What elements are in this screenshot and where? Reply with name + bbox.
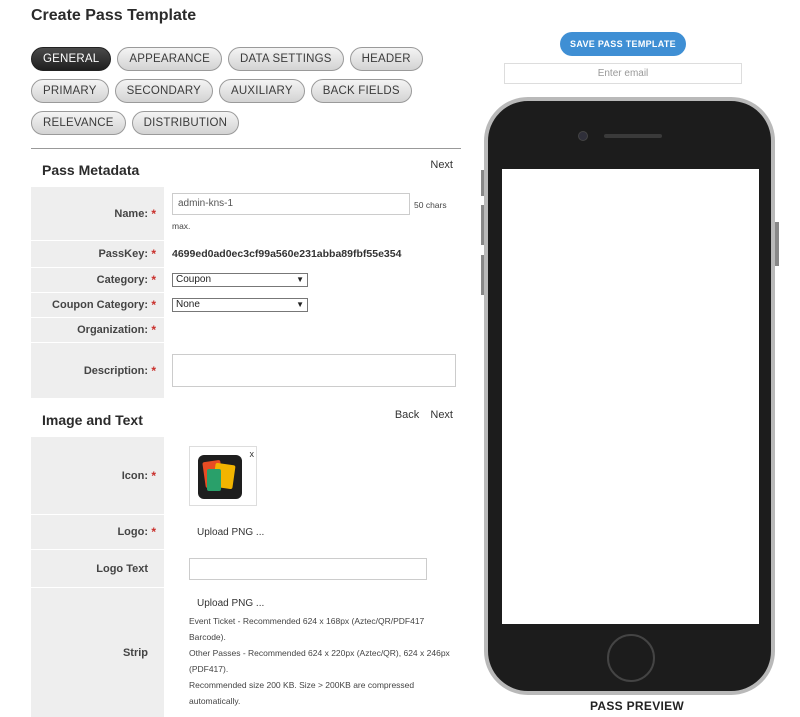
required-mark: * — [151, 323, 156, 337]
logo-text-input[interactable] — [189, 557, 427, 580]
passkey-row: PassKey: * 4699ed0ad0ec3cf99a560e231abba8… — [31, 241, 461, 268]
name-hint-2: max. — [172, 221, 191, 231]
home-button-icon — [607, 634, 655, 682]
required-mark: * — [151, 247, 156, 261]
icon-row: Icon: * x — [31, 437, 461, 515]
pass-card-icon — [207, 468, 221, 491]
name-hint: 50 chars — [414, 200, 447, 210]
dropdown-arrow-icon: ▼ — [296, 275, 304, 284]
remove-icon-button[interactable]: x — [250, 449, 255, 459]
description-row: Description: * — [31, 343, 461, 399]
coupon-category-select[interactable]: None ▼ — [172, 298, 308, 312]
logo-upload-button[interactable]: Upload PNG ... — [197, 527, 264, 538]
required-mark: * — [151, 363, 156, 378]
strip-cell: Upload PNG ... Event Ticket - Recommende… — [164, 588, 461, 717]
strip-line: Event Ticket - Recommended 624 x 168px (… — [189, 616, 425, 626]
logo-text-cell — [164, 550, 461, 587]
pass-metadata-title: Pass Metadata — [42, 162, 140, 178]
strip-line: Barcode). — [189, 632, 226, 642]
tab-general[interactable]: GENERAL — [31, 47, 112, 71]
tab-row-1: GENERAL APPEARANCE DATA SETTINGS HEADER — [31, 47, 451, 71]
speaker-icon — [604, 134, 662, 138]
passkey-value: 4699ed0ad0ec3cf99a560e231abba89fbf55e354 — [172, 248, 402, 260]
logo-cell: Upload PNG ... — [164, 515, 461, 549]
tab-distribution[interactable]: DISTRIBUTION — [131, 111, 240, 135]
image-text-form: Icon: * x Logo: * Upload PNG ... Logo Text — [31, 437, 461, 717]
pass-metadata-nav: Next — [422, 159, 453, 171]
required-mark: * — [151, 525, 156, 539]
back-link[interactable]: Back — [395, 409, 419, 421]
pass-preview-screen — [502, 169, 759, 624]
coupon-category-cell: None ▼ — [164, 293, 461, 317]
description-cell — [164, 343, 461, 398]
dropdown-arrow-icon: ▼ — [296, 300, 304, 309]
pass-app-icon — [198, 454, 242, 499]
image-text-nav: Back Next — [387, 409, 453, 421]
description-label: Description: * — [31, 343, 164, 398]
category-label: Category: * — [31, 268, 164, 292]
logo-text-label: Logo Text — [31, 550, 164, 587]
strip-upload-button[interactable]: Upload PNG ... — [189, 598, 264, 609]
tab-row-2: PRIMARY SECONDARY AUXILIARY BACK FIELDS — [31, 79, 451, 103]
description-input[interactable] — [172, 354, 456, 387]
organization-cell — [164, 318, 461, 342]
name-input[interactable]: admin-kns-1 — [172, 193, 410, 215]
section-divider — [31, 148, 461, 149]
tab-row-3: RELEVANCE DISTRIBUTION — [31, 111, 451, 135]
tab-bar: GENERAL APPEARANCE DATA SETTINGS HEADER … — [31, 47, 451, 143]
image-text-title: Image and Text — [42, 412, 143, 428]
strip-line: Other Passes - Recommended 624 x 220px (… — [189, 648, 450, 658]
strip-line: Recommended size 200 KB. Size > 200KB ar… — [189, 680, 415, 690]
category-cell: Coupon ▼ — [164, 268, 461, 292]
organization-label: Organization: * — [31, 318, 164, 342]
tab-appearance[interactable]: APPEARANCE — [117, 47, 222, 71]
icon-preview: x — [189, 445, 257, 506]
logo-label: Logo: * — [31, 515, 164, 549]
phone-power-button — [775, 222, 779, 266]
tab-header[interactable]: HEADER — [349, 47, 423, 71]
strip-line: (PDF417). — [189, 664, 229, 674]
icon-cell: x — [164, 437, 461, 514]
tab-back-fields[interactable]: BACK FIELDS — [310, 79, 412, 103]
required-mark: * — [151, 273, 156, 287]
pass-preview-label: PASS PREVIEW — [590, 699, 685, 713]
name-value-cell: admin-kns-1 50 chars max. — [164, 187, 461, 240]
camera-icon — [578, 131, 588, 141]
required-mark: * — [151, 298, 156, 312]
pass-metadata-form: Name: * admin-kns-1 50 chars max. PassKey… — [31, 187, 461, 399]
strip-line: automatically. — [189, 696, 241, 706]
phone-frame — [484, 97, 775, 695]
required-mark: * — [151, 468, 156, 483]
category-row: Category: * Coupon ▼ — [31, 268, 461, 293]
icon-label: Icon: * — [31, 437, 164, 514]
save-pass-template-button[interactable]: SAVE PASS TEMPLATE — [560, 32, 686, 56]
required-mark: * — [151, 206, 156, 221]
name-row: Name: * admin-kns-1 50 chars max. — [31, 187, 461, 241]
tab-relevance[interactable]: RELEVANCE — [31, 111, 126, 135]
tab-primary[interactable]: PRIMARY — [31, 79, 109, 103]
tab-auxiliary[interactable]: AUXILIARY — [219, 79, 305, 103]
next-link[interactable]: Next — [430, 159, 453, 171]
strip-row: Strip Upload PNG ... Event Ticket - Reco… — [31, 588, 461, 717]
organization-row: Organization: * — [31, 318, 461, 343]
category-select[interactable]: Coupon ▼ — [172, 273, 308, 287]
email-input[interactable]: Enter email — [504, 63, 742, 84]
coupon-category-label: Coupon Category: * — [31, 293, 164, 317]
passkey-label: PassKey: * — [31, 241, 164, 267]
image-text-header: Image and Text Back Next — [31, 400, 461, 436]
next-link[interactable]: Next — [430, 409, 453, 421]
pass-metadata-header: Pass Metadata Next — [31, 150, 461, 186]
page-title: Create Pass Template — [31, 7, 197, 24]
tab-secondary[interactable]: SECONDARY — [114, 79, 214, 103]
logo-row: Logo: * Upload PNG ... — [31, 515, 461, 550]
tab-data-settings[interactable]: DATA SETTINGS — [227, 47, 344, 71]
logo-text-row: Logo Text — [31, 550, 461, 588]
strip-label: Strip — [31, 588, 164, 717]
coupon-category-row: Coupon Category: * None ▼ — [31, 293, 461, 318]
name-label: Name: * — [31, 187, 164, 240]
